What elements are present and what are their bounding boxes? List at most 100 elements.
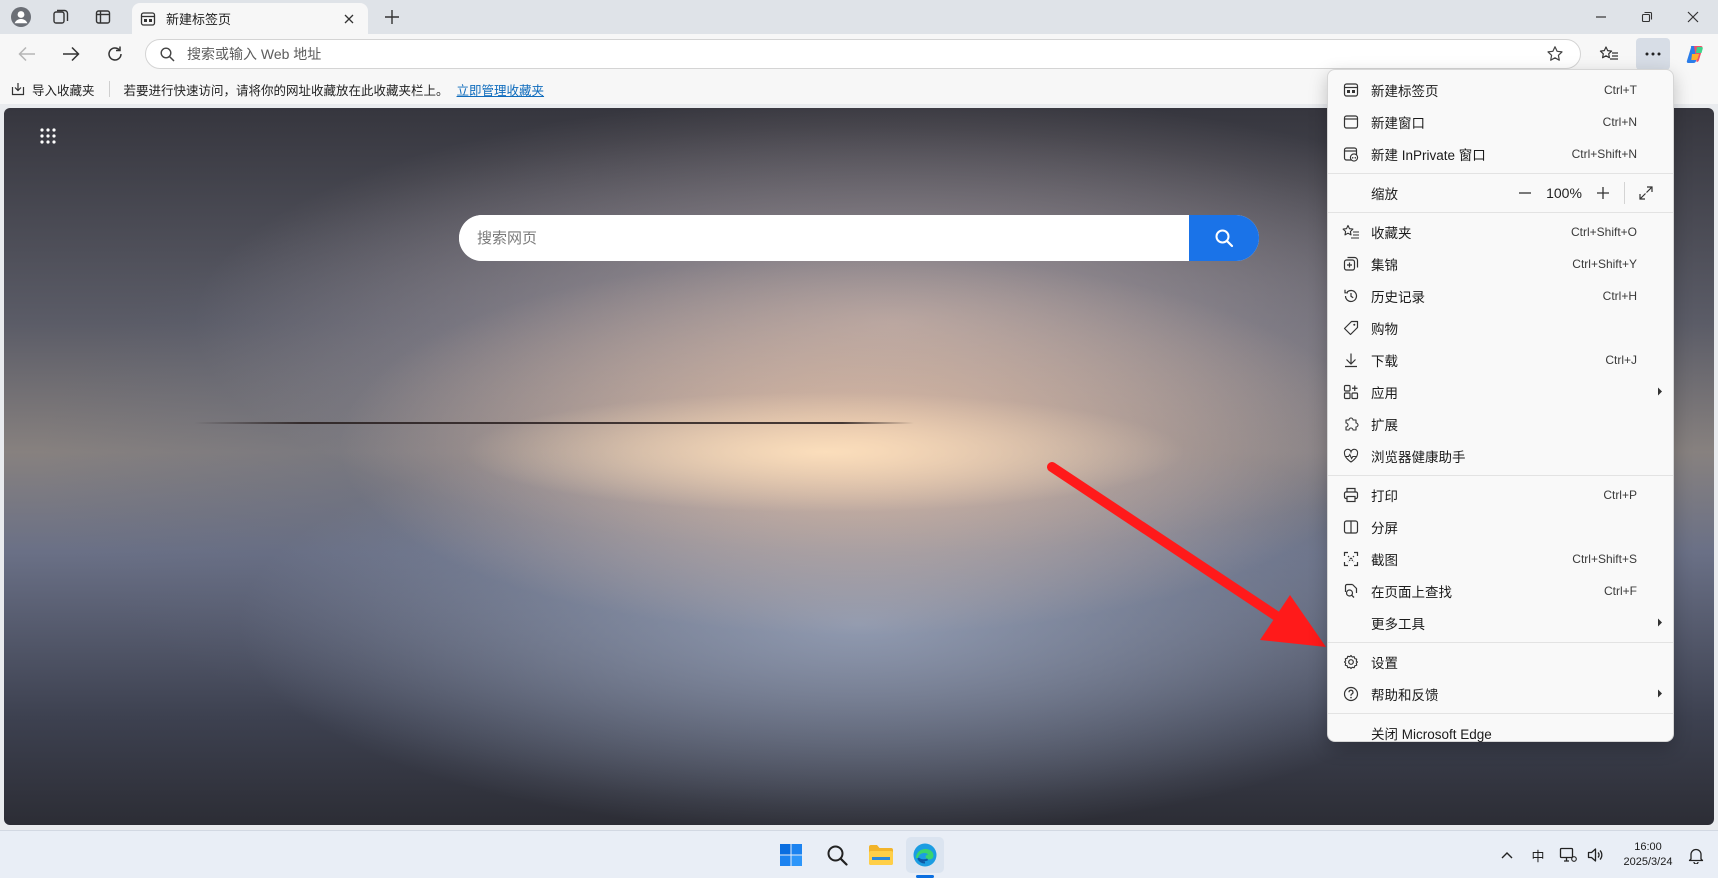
favorites-button[interactable] [1594, 40, 1624, 68]
menu-item-new-inprivate[interactable]: 新建 InPrivate 窗口 Ctrl+Shift+N [1328, 138, 1673, 170]
menu-item-settings[interactable]: 设置 [1328, 646, 1673, 678]
menu-item-favorites[interactable]: 收藏夹 Ctrl+Shift+O [1328, 216, 1673, 248]
menu-divider [1328, 475, 1673, 476]
close-window-button[interactable] [1670, 0, 1716, 34]
fullscreen-button[interactable] [1633, 180, 1659, 206]
menu-item-label: 收藏夹 [1371, 226, 1412, 241]
menu-divider [1328, 212, 1673, 213]
menu-item-split-screen[interactable]: 分屏 [1328, 511, 1673, 543]
manage-favorites-link[interactable]: 立即管理收藏夹 [457, 80, 545, 99]
network-status-button[interactable] [1556, 831, 1580, 878]
forward-button[interactable] [56, 40, 86, 68]
menu-item-new-tab[interactable]: 新建标签页 Ctrl+T [1328, 74, 1673, 106]
back-button[interactable] [12, 40, 42, 68]
restore-icon [1641, 11, 1653, 23]
settings-gear-icon [1342, 653, 1360, 671]
app-launcher-button[interactable] [34, 122, 62, 150]
network-display-icon [1559, 847, 1577, 862]
show-hidden-icons-button[interactable] [1495, 831, 1519, 878]
menu-item-label: 集锦 [1371, 258, 1398, 273]
web-search-box [459, 215, 1259, 261]
profile-avatar-icon [11, 7, 31, 27]
system-clock[interactable]: 16:00 2025/3/24 [1615, 840, 1681, 870]
add-favorite-button[interactable] [1544, 43, 1566, 65]
horizon-line [194, 422, 914, 424]
web-search-button[interactable] [1189, 215, 1259, 261]
minimize-button[interactable] [1578, 0, 1624, 34]
browser-health-icon [1342, 447, 1360, 465]
menu-item-apps[interactable]: 应用 [1328, 376, 1673, 408]
menu-item-collections[interactable]: 集锦 Ctrl+Shift+Y [1328, 248, 1673, 280]
menu-item-label: 新建标签页 [1371, 84, 1439, 99]
minimize-icon [1596, 16, 1606, 18]
copilot-button[interactable] [1680, 40, 1710, 68]
refresh-icon [108, 46, 122, 61]
zoom-in-button[interactable] [1590, 180, 1616, 206]
menu-item-find-on-page[interactable]: 在页面上查找 Ctrl+F [1328, 575, 1673, 607]
menu-item-close-edge[interactable]: 关闭 Microsoft Edge [1328, 717, 1673, 749]
menu-item-downloads[interactable]: 下载 Ctrl+J [1328, 344, 1673, 376]
start-button[interactable] [772, 837, 810, 873]
waffle-grid-icon [40, 128, 56, 144]
menu-item-shortcut: Ctrl+Shift+Y [1572, 257, 1637, 271]
favorites-list-icon [1599, 46, 1618, 60]
menu-item-label: 应用 [1371, 386, 1398, 401]
profile-button[interactable] [4, 4, 38, 30]
extensions-icon [1342, 415, 1360, 433]
menu-item-extensions[interactable]: 扩展 [1328, 408, 1673, 440]
tab-title: 新建标签页 [166, 12, 232, 27]
inprivate-icon [1342, 145, 1360, 163]
help-icon [1342, 685, 1360, 703]
tab-new-tab[interactable]: 新建标签页 [132, 3, 368, 34]
edge-taskbar-button[interactable] [906, 837, 944, 873]
file-explorer-button[interactable] [862, 837, 900, 873]
settings-and-more-button[interactable] [1636, 38, 1670, 70]
web-search-input[interactable] [459, 215, 1189, 261]
import-favorites-link[interactable]: 导入收藏夹 [32, 80, 95, 99]
menu-item-more-tools[interactable]: 更多工具 [1328, 607, 1673, 639]
new-tab-button[interactable] [378, 4, 406, 30]
search-icon [827, 845, 848, 866]
copilot-icon [1686, 46, 1703, 63]
bell-icon [1688, 848, 1704, 864]
restore-button[interactable] [1624, 0, 1670, 34]
refresh-button[interactable] [100, 40, 130, 68]
menu-item-shopping[interactable]: 购物 [1328, 312, 1673, 344]
address-bar[interactable]: 搜索或输入 Web 地址 [145, 39, 1581, 69]
favorites-bar-hint: 若要进行快速访问，请将你的网址收藏放在此收藏夹栏上。 [123, 83, 449, 98]
menu-item-help-feedback[interactable]: 帮助和反馈 [1328, 678, 1673, 710]
notifications-button[interactable] [1684, 831, 1708, 878]
menu-item-label: 下载 [1371, 354, 1398, 369]
workspaces-button[interactable] [44, 4, 78, 30]
new-tab-icon [1342, 81, 1360, 99]
menu-item-new-window[interactable]: 新建窗口 Ctrl+N [1328, 106, 1673, 138]
menu-item-screenshot[interactable]: 截图 Ctrl+Shift+S [1328, 543, 1673, 575]
forward-arrow-icon [63, 46, 80, 62]
collections-icon [1342, 255, 1360, 273]
menu-item-label: 新建窗口 [1371, 116, 1425, 131]
vertical-tabs-button[interactable] [86, 4, 120, 30]
menu-item-label: 浏览器健康助手 [1371, 450, 1466, 465]
clock-time: 16:00 [1634, 841, 1662, 853]
submenu-arrow-icon [1658, 387, 1662, 396]
menu-item-shortcut: Ctrl+Shift+O [1570, 225, 1637, 239]
menu-divider [1328, 173, 1673, 174]
menu-item-label: 打印 [1371, 489, 1398, 504]
taskbar-search-button[interactable] [818, 837, 856, 873]
menu-item-browser-health[interactable]: 浏览器健康助手 [1328, 440, 1673, 472]
tab-close-button[interactable] [338, 8, 360, 30]
zoom-out-button[interactable] [1512, 180, 1538, 206]
menu-item-shortcut: Ctrl+H [1602, 289, 1637, 303]
search-icon [1215, 229, 1234, 248]
menu-item-shortcut: Ctrl+F [1604, 584, 1637, 598]
menu-item-label: 截图 [1371, 553, 1398, 568]
menu-item-print[interactable]: 打印 Ctrl+P [1328, 479, 1673, 511]
back-arrow-icon [18, 46, 35, 62]
favbar-divider [108, 81, 110, 97]
menu-item-history[interactable]: 历史记录 Ctrl+H [1328, 280, 1673, 312]
ime-indicator[interactable]: 中 [1526, 831, 1550, 878]
menu-item-shortcut: Ctrl+P [1603, 488, 1637, 502]
volume-button[interactable] [1584, 831, 1608, 878]
submenu-arrow-icon [1658, 618, 1662, 627]
folder-icon [869, 845, 893, 865]
